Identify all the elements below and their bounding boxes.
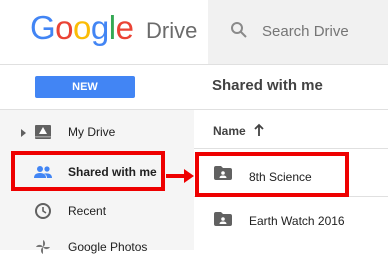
drive-icon	[34, 123, 52, 146]
sidebar-item-my-drive[interactable]: My Drive	[0, 117, 194, 147]
sidebar-item-label: Recent	[68, 204, 107, 218]
column-header-name[interactable]: Name	[213, 124, 246, 138]
google-logo[interactable]: Google	[30, 8, 134, 48]
search-input[interactable]	[262, 19, 382, 43]
search-icon[interactable]	[230, 21, 248, 44]
sidebar-item-label: My Drive	[68, 125, 116, 139]
list-divider	[194, 148, 388, 149]
clock-icon	[34, 202, 52, 225]
shared-folder-icon	[214, 212, 232, 231]
sort-ascending-icon[interactable]	[253, 123, 265, 142]
highlight-box-shared-with-me	[11, 151, 165, 191]
expand-arrow-icon[interactable]	[21, 129, 26, 137]
sidebar-item-label: Google Photos	[68, 240, 148, 254]
annotation-arrow-head-icon	[184, 169, 194, 183]
product-name: Drive	[146, 18, 198, 43]
annotation-arrow-shaft	[166, 174, 186, 178]
new-button[interactable]: NEW	[35, 76, 135, 98]
sidebar-item-google-photos[interactable]: Google Photos	[0, 232, 194, 262]
highlight-box-8th-science	[195, 152, 349, 197]
file-name: Earth Watch 2016	[249, 214, 345, 228]
file-row-earth-watch-2016[interactable]: Earth Watch 2016	[194, 198, 388, 244]
header-divider	[0, 64, 388, 65]
page-title: Shared with me	[212, 77, 323, 94]
sidebar-item-recent[interactable]: Recent	[0, 196, 194, 226]
